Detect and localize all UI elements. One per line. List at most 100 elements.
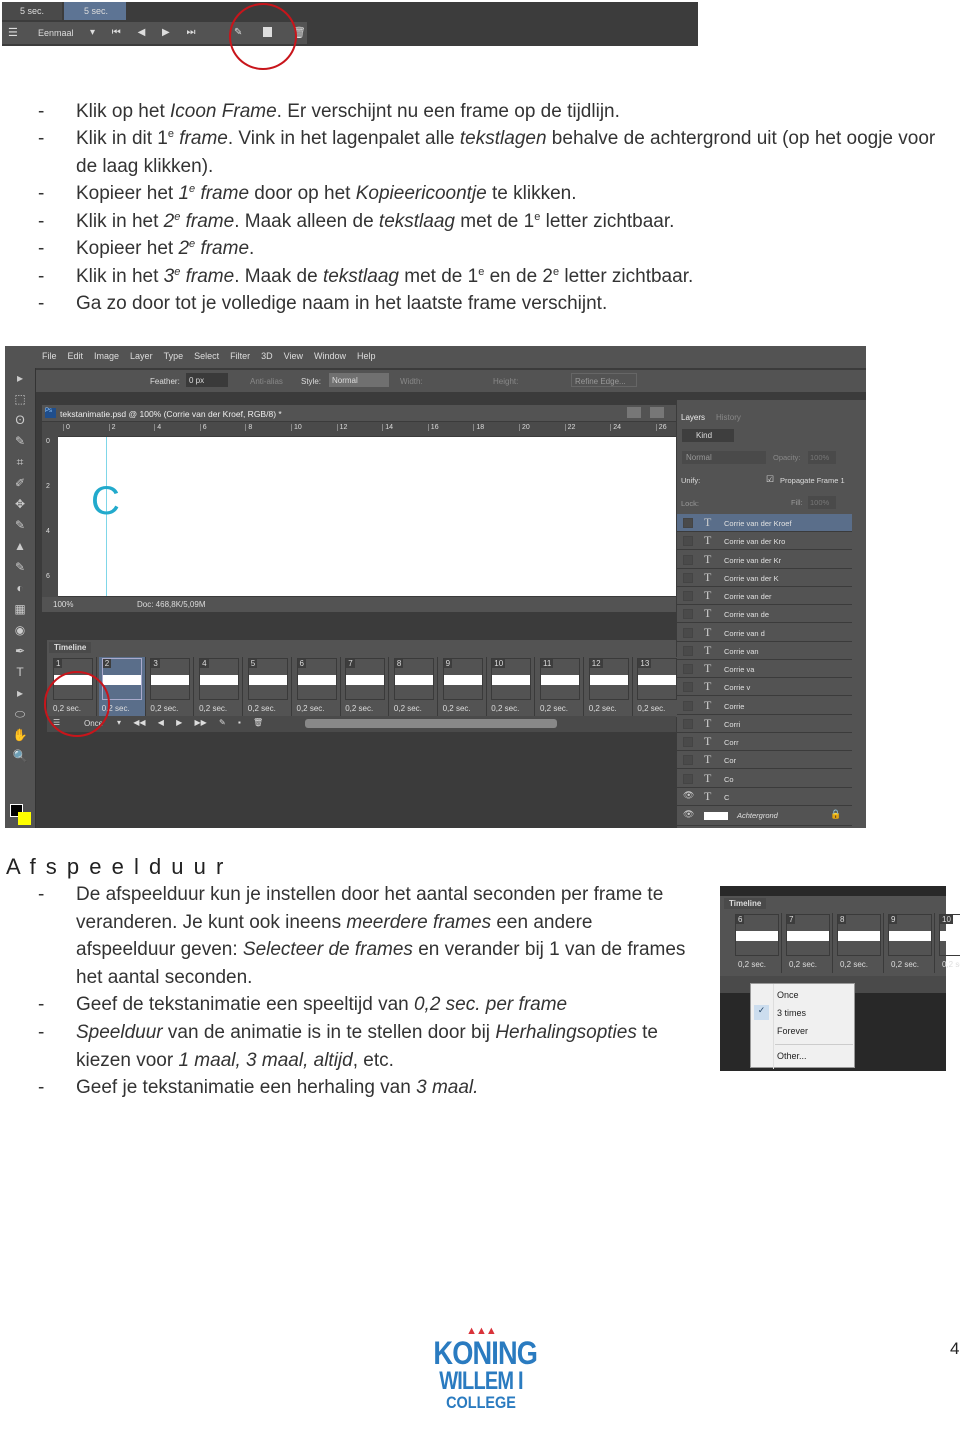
timeline-frame[interactable]: 8 0,2 sec. [390,657,438,717]
menu-item-3-times[interactable]: 3 times [777,1008,806,1018]
visibility-toggle[interactable] [683,682,693,693]
frame-duration[interactable]: 0,2 sec. [491,704,519,713]
layer-row-background[interactable]: 👁 Achtergrond 🔒 [677,806,852,826]
layer-row[interactable]: T Cor [677,751,852,770]
opacity-input[interactable]: 100% [808,451,836,464]
timeline-frame[interactable]: 5 0,2 sec. [244,657,292,717]
layer-row[interactable]: T Corrie va [677,660,852,678]
menu-type[interactable]: Type [164,351,184,361]
timeline-frame[interactable]: 11 0,2 sec. [537,657,584,717]
tab-history[interactable]: History [716,413,741,422]
visibility-toggle[interactable] [683,755,693,766]
minimize-button[interactable] [627,407,641,418]
feather-input[interactable]: 0 px [186,373,228,387]
blend-mode-select[interactable]: Normal [682,451,766,464]
visibility-toggle[interactable] [683,572,693,583]
visibility-toggle[interactable] [683,536,693,547]
frame-duration[interactable]: 0,2 sec. [891,960,919,969]
frame-duration[interactable]: 0,2 sec. [443,704,471,713]
visibility-toggle[interactable] [683,591,693,601]
visibility-toggle[interactable] [683,664,693,674]
doc-info[interactable]: Doc: 468,8K/5,09M [137,600,205,609]
fill-input[interactable]: 100% [808,496,836,509]
layer-row[interactable]: T Corrie van der Kro [677,532,852,551]
eye-icon[interactable]: 👁 [683,809,694,819]
layer-row[interactable]: T Corr [677,733,852,751]
layer-row[interactable]: T Corrie [677,696,852,715]
timeline-frame[interactable]: 12 0,2 sec. [585,657,633,717]
frame-duration[interactable]: 0,2 sec. [150,704,178,713]
timeline-frame[interactable]: 3 0,2 sec. [147,657,195,717]
timeline-frame[interactable]: 7 0,2 sec. [783,913,833,973]
loop-select[interactable]: Eenmaal [38,28,74,38]
canvas[interactable]: C [58,437,676,596]
frame-duration[interactable]: 0,2 sec. [394,704,422,713]
frame-duration[interactable]: 0,2 sec. [297,704,325,713]
visibility-toggle[interactable] [683,609,693,620]
menu-select[interactable]: Select [194,351,219,361]
layer-row[interactable]: T Corrie v [677,678,852,697]
frame-duration[interactable]: 0,2 sec. [840,960,868,969]
controls-icons[interactable]: ▾ ⏮ ◀ ▶ ⏭ [90,27,196,38]
menu-item-other[interactable]: Other... [777,1051,807,1061]
layer-row[interactable]: T Co [677,769,852,788]
frame-duration[interactable]: 5 sec. [20,6,44,16]
style-select[interactable]: Normal [329,373,389,387]
frame-duration-selected[interactable]: 5 sec. [84,6,108,16]
timeline-frame[interactable]: 10 0,2 sec. [936,913,960,973]
visibility-toggle[interactable] [683,645,693,656]
timeline-frame[interactable]: 7 0,2 sec. [342,657,390,717]
frame-duration[interactable]: 0,2 sec. [540,704,568,713]
visibility-toggle[interactable] [683,718,693,729]
tab-layers[interactable]: Layers [681,413,705,422]
menu-file[interactable]: File [42,351,57,361]
visibility-toggle[interactable] [683,554,693,565]
loop-dropdown[interactable]: ✓ Once 3 times Forever Other... [750,983,855,1069]
timeline-frame[interactable]: 10 0,2 sec. [488,657,536,717]
visibility-toggle[interactable] [683,737,693,747]
frame-duration[interactable]: 0,2 sec. [199,704,227,713]
frame-duration[interactable]: 0,2 sec. [942,960,960,969]
document-title[interactable]: tekstanimatie.psd @ 100% (Corrie van der… [60,409,282,419]
refine-edge-button[interactable]: Refine Edge... [571,373,637,387]
zoom-level[interactable]: 100% [53,600,73,609]
visibility-toggle[interactable] [683,627,693,638]
visibility-toggle[interactable] [683,518,693,528]
tools-panel[interactable]: ▸ ⬚ ʘ ✎ ⌗ ✐ ✥ ✎ ▲ ✎ ◐ ▦ ◉ ✒ T ▸ ⬭ ✋ 🔍 [5,368,36,828]
menu-edit[interactable]: Edit [68,351,84,361]
layer-row[interactable]: T Corri [677,714,852,733]
timeline-frame[interactable]: 13 0,2 sec. [634,657,682,717]
layer-row[interactable]: T Corrie van [677,641,852,660]
frame-duration[interactable]: 0,2 sec. [637,704,665,713]
visibility-toggle[interactable] [683,773,693,784]
menu-layer[interactable]: Layer [130,351,153,361]
layer-row[interactable]: T Corrie van d [677,623,852,642]
propagate-checkbox[interactable]: ☑ [766,474,774,485]
menu-image[interactable]: Image [94,351,119,361]
timeline-frame[interactable]: 8 0,2 sec. [834,913,884,973]
menu-window[interactable]: Window [314,351,346,361]
frame-duration[interactable]: 0,2 sec. [248,704,276,713]
playback-icons[interactable]: ▾ ◀◀ ◀ ▶ ▶▶ ✎ ▪ 🗑 [117,718,263,727]
timeline-frame[interactable]: 6 0,2 sec. [732,913,782,973]
maximize-button[interactable] [650,407,664,418]
menu-3d[interactable]: 3D [261,351,273,361]
menu-item-once[interactable]: Once [777,990,799,1000]
timeline-frame[interactable]: 4 0,2 sec. [196,657,244,717]
timeline-frame[interactable]: 9 0,2 sec. [439,657,487,717]
frame-duration[interactable]: 0,2 sec. [738,960,766,969]
layer-row[interactable]: T Corrie van der Kroef [677,514,852,532]
layer-row[interactable]: T Corrie van der [677,587,852,605]
layer-row[interactable]: T Corrie van de [677,605,852,624]
layer-row[interactable]: 👁 T C [677,787,852,806]
menu-view[interactable]: View [284,351,303,361]
kind-filter[interactable]: Kind [682,429,734,442]
frame-duration[interactable]: 0,2 sec. [789,960,817,969]
frame-duration[interactable]: 0,2 sec. [589,704,617,713]
timeline-scrollbar[interactable] [305,719,557,728]
eye-icon[interactable]: 👁 [683,790,694,800]
layer-row[interactable]: T Corrie van der K [677,568,852,587]
timeline-frame[interactable]: 9 0,2 sec. [885,913,935,973]
antialias-checkbox[interactable]: Anti-alias [250,377,283,386]
visibility-toggle[interactable] [683,700,693,711]
